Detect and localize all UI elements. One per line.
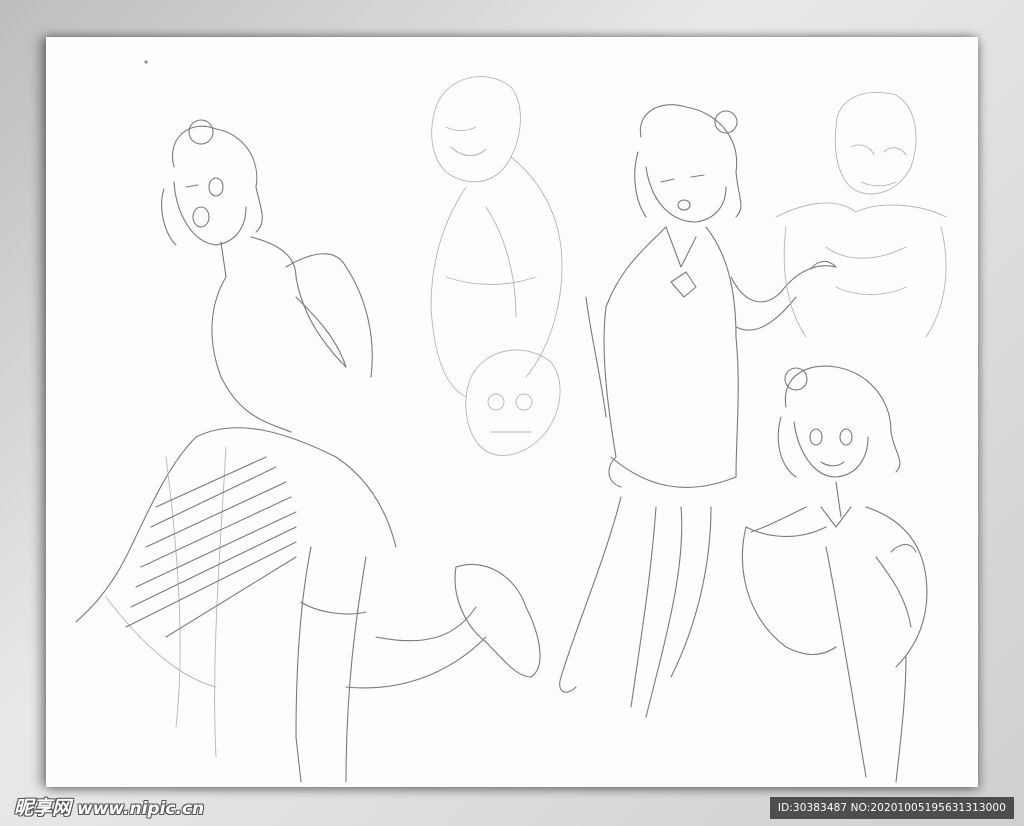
skull-bust-sketch	[775, 91, 947, 338]
watermark-logo: 昵享网 www.nipic.cn	[14, 796, 204, 820]
pencil-sketch-artwork	[75, 60, 947, 783]
image-id-badge: ID:30383487 NO:20201005195631313000	[769, 797, 1014, 819]
girl-bust-figure	[741, 365, 928, 783]
standing-girl-figure	[559, 104, 837, 718]
skull-head-sketch	[465, 349, 561, 456]
sketch-paper	[46, 37, 978, 787]
site-url-text: www.nipic.cn	[77, 799, 205, 819]
watermark-footer: 昵享网 www.nipic.cn ID:30383487 NO:202010051…	[0, 792, 1024, 826]
logo-text: 昵享网	[14, 797, 72, 819]
pencil-dot	[144, 60, 148, 64]
skull-figure-sketch	[430, 76, 563, 398]
kneeling-girl-figure	[75, 119, 541, 783]
